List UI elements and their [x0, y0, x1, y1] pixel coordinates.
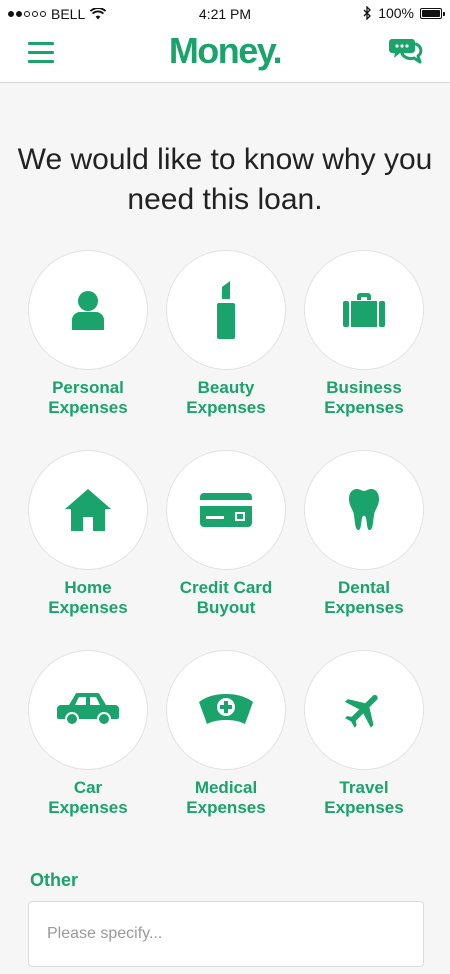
label-line-2: Expenses [48, 798, 128, 817]
status-right: 100% [363, 5, 445, 21]
category-label: Travel Expenses [289, 778, 439, 818]
category-medical-expenses[interactable]: Medical Expenses [166, 650, 286, 818]
page-question: We would like to know why you need this … [0, 140, 450, 220]
nurse-cap-icon [199, 694, 253, 724]
briefcase-icon [343, 293, 385, 327]
category-circle[interactable] [28, 250, 148, 370]
lipstick-icon [217, 281, 235, 339]
label-line-2: Expenses [48, 598, 128, 617]
category-label: Credit Card Buyout [151, 578, 301, 618]
logo-text: Money [168, 30, 274, 71]
category-circle[interactable] [166, 250, 286, 370]
app-logo: Money. [0, 30, 450, 72]
label-line-1: Business [326, 378, 402, 397]
category-label: Medical Expenses [151, 778, 301, 818]
category-circle[interactable] [304, 450, 424, 570]
label-line-1: Credit Card [179, 578, 273, 597]
chat-button[interactable] [388, 36, 426, 72]
label-line-2: Expenses [324, 798, 404, 817]
category-personal-expenses[interactable]: Personal Expenses [28, 250, 148, 418]
label-line-1: Car [73, 778, 103, 797]
category-label: Dental Expenses [289, 578, 439, 618]
category-business-expenses[interactable]: Business Expenses [304, 250, 424, 418]
label-line-1: Dental [338, 578, 390, 597]
loan-purpose-grid: Personal Expenses Beauty Expenses Busine… [28, 250, 424, 818]
label-line-1: Medical [194, 778, 258, 797]
house-icon [65, 489, 111, 531]
category-circle[interactable] [304, 650, 424, 770]
category-circle[interactable] [166, 450, 286, 570]
chat-bubbles-icon [389, 39, 423, 64]
label-line-2: Expenses [186, 398, 266, 417]
label-line-1: Beauty [197, 378, 255, 397]
other-specify-input[interactable] [28, 901, 424, 967]
label-line-2: Expenses [324, 398, 404, 417]
credit-card-icon [200, 493, 252, 527]
label-line-1: Personal [52, 378, 124, 397]
label-line-1: Travel [339, 778, 389, 797]
status-bar: BELL 4:21 PM 100% [0, 0, 450, 28]
question-text: We would like to know why you need this … [17, 143, 433, 216]
other-label: Other [30, 870, 79, 890]
category-credit-card-buyout[interactable]: Credit Card Buyout [166, 450, 286, 618]
label-line-2: Expenses [48, 398, 128, 417]
bluetooth-icon [363, 6, 372, 20]
label-line-2: Buyout [196, 598, 256, 617]
person-icon [72, 291, 104, 330]
airplane-icon [345, 694, 378, 728]
category-car-expenses[interactable]: Car Expenses [28, 650, 148, 818]
category-circle[interactable] [28, 650, 148, 770]
category-home-expenses[interactable]: Home Expenses [28, 450, 148, 618]
battery-percent: 100% [378, 5, 414, 21]
battery-icon [420, 7, 445, 19]
label-line-2: Expenses [324, 598, 404, 617]
label-line-1: Home [64, 578, 112, 597]
label-line-2: Expenses [186, 798, 266, 817]
tooth-icon [349, 489, 379, 531]
category-circle[interactable] [28, 450, 148, 570]
category-label: Personal Expenses [13, 378, 163, 418]
category-dental-expenses[interactable]: Dental Expenses [304, 450, 424, 618]
car-icon [57, 693, 119, 726]
category-label: Car Expenses [13, 778, 163, 818]
app-header: Money. [0, 28, 450, 83]
logo-dot: . [272, 30, 283, 71]
category-beauty-expenses[interactable]: Beauty Expenses [166, 250, 286, 418]
category-label: Business Expenses [289, 378, 439, 418]
category-label: Beauty Expenses [151, 378, 301, 418]
category-circle[interactable] [304, 250, 424, 370]
category-travel-expenses[interactable]: Travel Expenses [304, 650, 424, 818]
category-label: Home Expenses [13, 578, 163, 618]
category-circle[interactable] [166, 650, 286, 770]
battery-fill [422, 9, 440, 17]
